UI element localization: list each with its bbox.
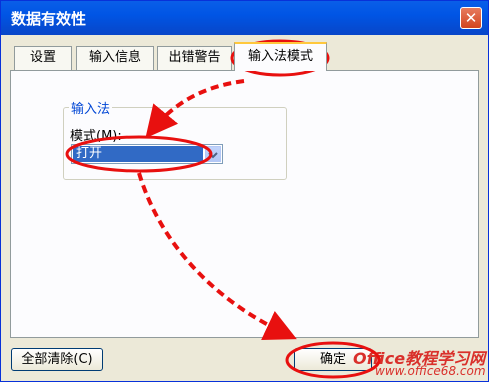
mode-select[interactable]: 打开: [71, 144, 223, 164]
close-button[interactable]: ✕: [460, 7, 482, 29]
ime-group-title: 输入法: [69, 98, 113, 117]
clear-all-button[interactable]: 全部清除(C): [11, 348, 103, 371]
tab-input-message[interactable]: 输入信息: [76, 46, 154, 70]
watermark-url: www.office68.com: [375, 364, 486, 378]
title-bar[interactable]: 数据有效性 ✕: [1, 1, 488, 35]
tab-error-alert[interactable]: 出错警告: [157, 46, 232, 70]
data-validation-dialog: 数据有效性 ✕ 设置 输入信息 出错警告 输入法模式 输入法 模式(M): 打开…: [0, 0, 489, 382]
close-icon: ✕: [464, 9, 478, 27]
mode-label: 模式(M):: [70, 129, 122, 144]
chevron-down-icon[interactable]: [205, 146, 221, 162]
tab-ime-mode[interactable]: 输入法模式: [234, 42, 327, 71]
mode-select-value: 打开: [73, 146, 203, 162]
tab-settings[interactable]: 设置: [14, 46, 72, 70]
window-title: 数据有效性: [11, 10, 87, 28]
